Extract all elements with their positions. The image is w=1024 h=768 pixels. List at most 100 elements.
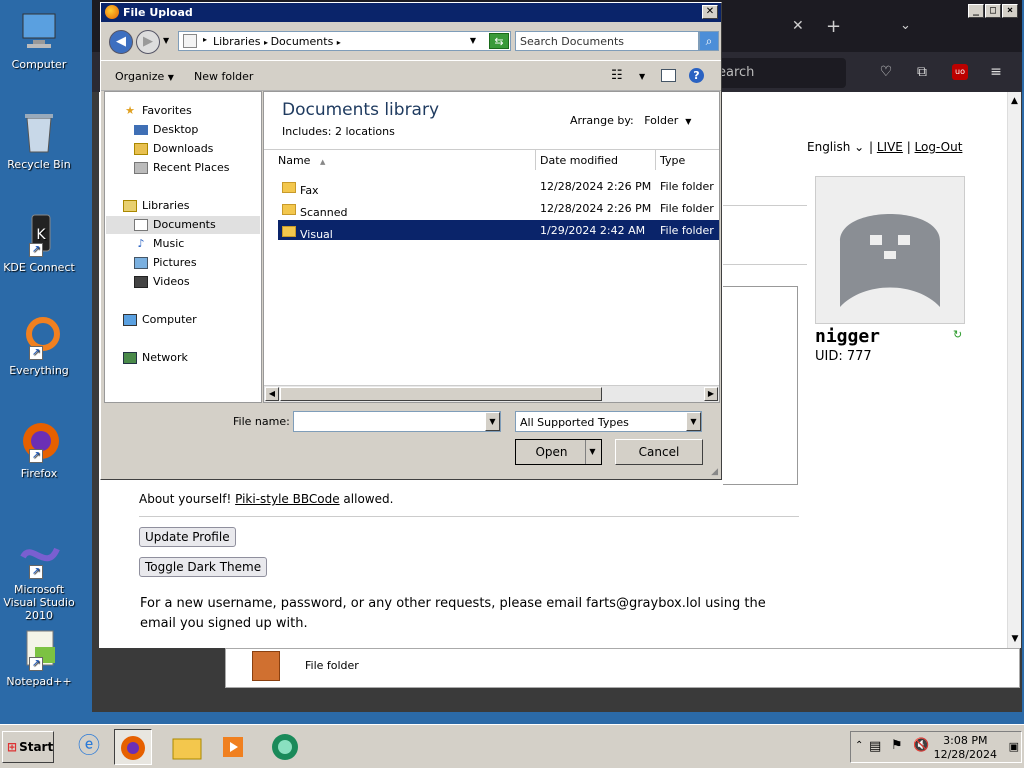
maximize-icon[interactable]: □ [985, 4, 1001, 18]
extensions-icon[interactable]: ⧉ [914, 64, 930, 80]
help-icon[interactable]: ? [689, 68, 704, 83]
update-profile-button[interactable]: Update Profile [139, 527, 236, 547]
bio-textarea-edge[interactable] [723, 286, 798, 485]
breadcrumb-separator-icon[interactable]: ▸ [203, 35, 207, 44]
history-chevron-icon[interactable]: ▼ [163, 36, 169, 45]
pocket-icon[interactable]: ♡ [878, 64, 894, 80]
new-tab-icon[interactable]: + [826, 16, 841, 37]
search-input[interactable]: Search Documents [515, 31, 699, 51]
search-icon[interactable]: ⌕ [699, 31, 719, 51]
column-header-name[interactable]: Name ▲ [264, 150, 536, 170]
refresh-button[interactable]: ⇆ [489, 33, 509, 49]
about-suffix: allowed. [343, 492, 394, 506]
firefox-taskbar-icon[interactable] [114, 729, 152, 765]
page-scrollbar[interactable]: ▲ ▼ [1007, 92, 1021, 648]
view-options-icon[interactable]: ☷ [611, 68, 623, 83]
language-select[interactable]: English ⌄ [807, 140, 864, 154]
tab-list-chevron-icon[interactable]: ⌄ [900, 18, 911, 33]
file-row-selected[interactable]: Visual Studio 2010 1/29/2024 2:42 AM Fil… [278, 220, 719, 267]
action-center-flag-icon[interactable]: ⚑ [891, 738, 903, 753]
close-tab-icon[interactable]: ✕ [792, 18, 804, 34]
language-label: English [807, 140, 851, 154]
url-bar[interactable]: earch [712, 58, 846, 88]
minimize-icon[interactable]: _ [968, 4, 984, 18]
scroll-thumb[interactable] [280, 387, 602, 401]
new-folder-button[interactable]: New folder [194, 70, 253, 83]
file-row[interactable]: Fax 12/28/2024 2:26 PM File folder [278, 176, 719, 197]
scroll-left-icon[interactable]: ◀ [265, 387, 279, 401]
address-dropdown-icon[interactable]: ▼ [470, 36, 476, 45]
nav-downloads[interactable]: Downloads [134, 142, 213, 155]
address-bar[interactable]: ▸ Libraries ▸ Documents ▸ ▼ [178, 31, 511, 51]
media-player-icon[interactable] [214, 729, 252, 765]
menu-icon[interactable]: ≡ [988, 64, 1004, 80]
network-tray-icon[interactable]: ▤ [869, 739, 881, 754]
desktop-icon-computer[interactable]: Computer [0, 10, 78, 71]
nav-recent-places[interactable]: Recent Places [134, 161, 230, 174]
file-row[interactable]: Scanned Documents 12/28/2024 2:26 PM Fil… [278, 198, 719, 232]
open-button[interactable]: Open ▼ [515, 439, 602, 465]
chevron-down-icon: ▼ [685, 117, 692, 126]
libraries-icon [123, 200, 137, 212]
nav-pictures[interactable]: Pictures [134, 256, 197, 269]
bbcode-link[interactable]: Piki-style BBCode [235, 492, 339, 506]
username: nigger [815, 326, 881, 347]
cancel-button[interactable]: Cancel [615, 439, 703, 465]
toggle-dark-theme-button[interactable]: Toggle Dark Theme [139, 557, 268, 577]
resize-grip-icon[interactable]: ◢ [711, 467, 718, 477]
desktop-icon-firefox[interactable]: ↗ Firefox [0, 419, 78, 480]
desktop-icon-notepadpp[interactable]: ↗ Notepad++ [0, 627, 78, 688]
organize-menu[interactable]: Organize ▼ [115, 70, 174, 83]
arrange-by-control[interactable]: Arrange by: Folder ▼ [570, 114, 691, 127]
breadcrumb-libraries[interactable]: Libraries [213, 35, 261, 48]
show-desktop-icon[interactable]: ▣ [1009, 740, 1019, 753]
desktop-icon-kde-connect[interactable]: K ↗ KDE Connect [0, 213, 78, 274]
breadcrumb-separator-icon[interactable]: ▸ [337, 38, 341, 47]
file-name-dropdown-icon[interactable]: ▼ [485, 412, 500, 431]
nav-libraries[interactable]: Libraries [123, 199, 190, 212]
close-icon[interactable]: ✕ [702, 5, 718, 19]
nav-desktop[interactable]: Desktop [134, 123, 198, 136]
volume-muted-icon[interactable]: 🔇 [913, 738, 929, 753]
scroll-up-icon[interactable]: ▲ [1008, 96, 1021, 106]
refresh-icon[interactable]: ↻ [953, 328, 962, 341]
desktop-icon-everything[interactable]: ↗ Everything [0, 316, 78, 377]
column-header-date[interactable]: Date modified [536, 150, 656, 170]
desktop-icon-recycle-bin[interactable]: Recycle Bin [0, 110, 78, 171]
horizontal-scrollbar[interactable]: ◀ ▶ [264, 385, 719, 402]
clock[interactable]: 3:08 PM 12/28/2024 [934, 734, 997, 762]
nav-computer[interactable]: Computer [123, 313, 197, 326]
folder-icon [282, 203, 296, 215]
computer-icon [17, 10, 61, 54]
nav-videos[interactable]: Videos [134, 275, 190, 288]
internet-explorer-icon[interactable]: ⓔ [70, 729, 108, 765]
nav-music[interactable]: ♪ Music [134, 237, 184, 250]
forward-button[interactable]: ▶ [136, 30, 160, 54]
close-icon[interactable]: × [1002, 4, 1018, 18]
ublock-icon[interactable]: uo [952, 64, 968, 80]
live-link[interactable]: LIVE [877, 140, 903, 154]
view-dropdown-icon[interactable]: ▼ [639, 72, 645, 81]
tray-expand-icon[interactable]: ⌃ [855, 740, 863, 751]
column-header-type[interactable]: Type [656, 150, 719, 170]
file-type-dropdown-icon[interactable]: ▼ [686, 412, 701, 431]
desktop-icon-visual-studio[interactable]: ↗ Microsoft Visual Studio 2010 [0, 535, 78, 622]
open-split-dropdown-icon[interactable]: ▼ [585, 440, 599, 464]
scroll-down-icon[interactable]: ▼ [1008, 634, 1021, 644]
nav-network[interactable]: Network [123, 351, 188, 364]
header-links: | LIVE | Log-Out [869, 140, 963, 154]
breadcrumb-documents[interactable]: Documents [271, 35, 334, 48]
chat-app-icon[interactable] [266, 729, 304, 765]
file-name-input[interactable]: ▼ [293, 411, 501, 432]
scroll-right-icon[interactable]: ▶ [704, 387, 718, 401]
nav-documents[interactable]: Documents [106, 216, 260, 234]
explorer-icon[interactable] [168, 729, 206, 765]
nav-favorites[interactable]: ★ Favorites [123, 104, 192, 117]
file-type-select[interactable]: All Supported Types ▼ [515, 411, 702, 432]
back-button[interactable]: ◀ [109, 30, 133, 54]
preview-pane-icon[interactable] [661, 69, 676, 82]
music-icon: ♪ [137, 237, 145, 250]
logout-link[interactable]: Log-Out [915, 140, 963, 154]
start-button[interactable]: ⊞ Start [2, 731, 54, 763]
nav-label: Favorites [142, 104, 192, 117]
